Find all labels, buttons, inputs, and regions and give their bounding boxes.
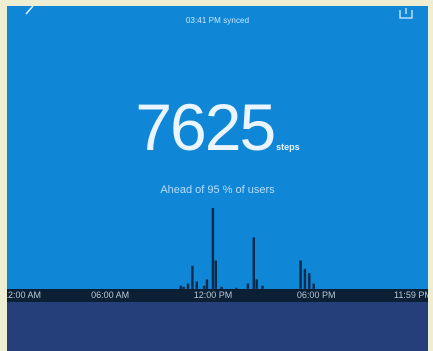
sync-status: 03:41 PM synced xyxy=(185,16,250,25)
steps-unit: steps xyxy=(276,142,300,152)
top-bar: 03:41 PM synced xyxy=(7,6,428,32)
x-tick-label: 11:59 PM xyxy=(394,290,428,300)
share-icon xyxy=(399,8,413,19)
x-tick-label: 06:00 AM xyxy=(91,290,130,300)
step-count: 7625 steps xyxy=(7,94,428,160)
share-button[interactable] xyxy=(398,6,414,20)
steps-value: 7625 xyxy=(135,90,276,164)
bottom-panel xyxy=(7,302,428,351)
activity-bar xyxy=(252,237,255,292)
x-tick-label: 06:00 PM xyxy=(296,290,336,300)
activity-bar xyxy=(299,260,302,292)
x-tick-label: 12:00 AM xyxy=(7,290,42,300)
activity-screen: 03:41 PM synced 7625 steps Ahead of 95 % … xyxy=(7,6,428,351)
activity-chart xyxy=(173,208,315,293)
time-axis: 12:00 AM 06:00 AM 12:00 PM 06:00 PM 11:59 PM xyxy=(7,289,428,302)
ranking-text: Ahead of 95 % of users xyxy=(160,184,275,196)
activity-bar xyxy=(214,260,217,292)
x-tick-label: 12:00 PM xyxy=(193,290,233,300)
activity-bar xyxy=(211,208,215,292)
